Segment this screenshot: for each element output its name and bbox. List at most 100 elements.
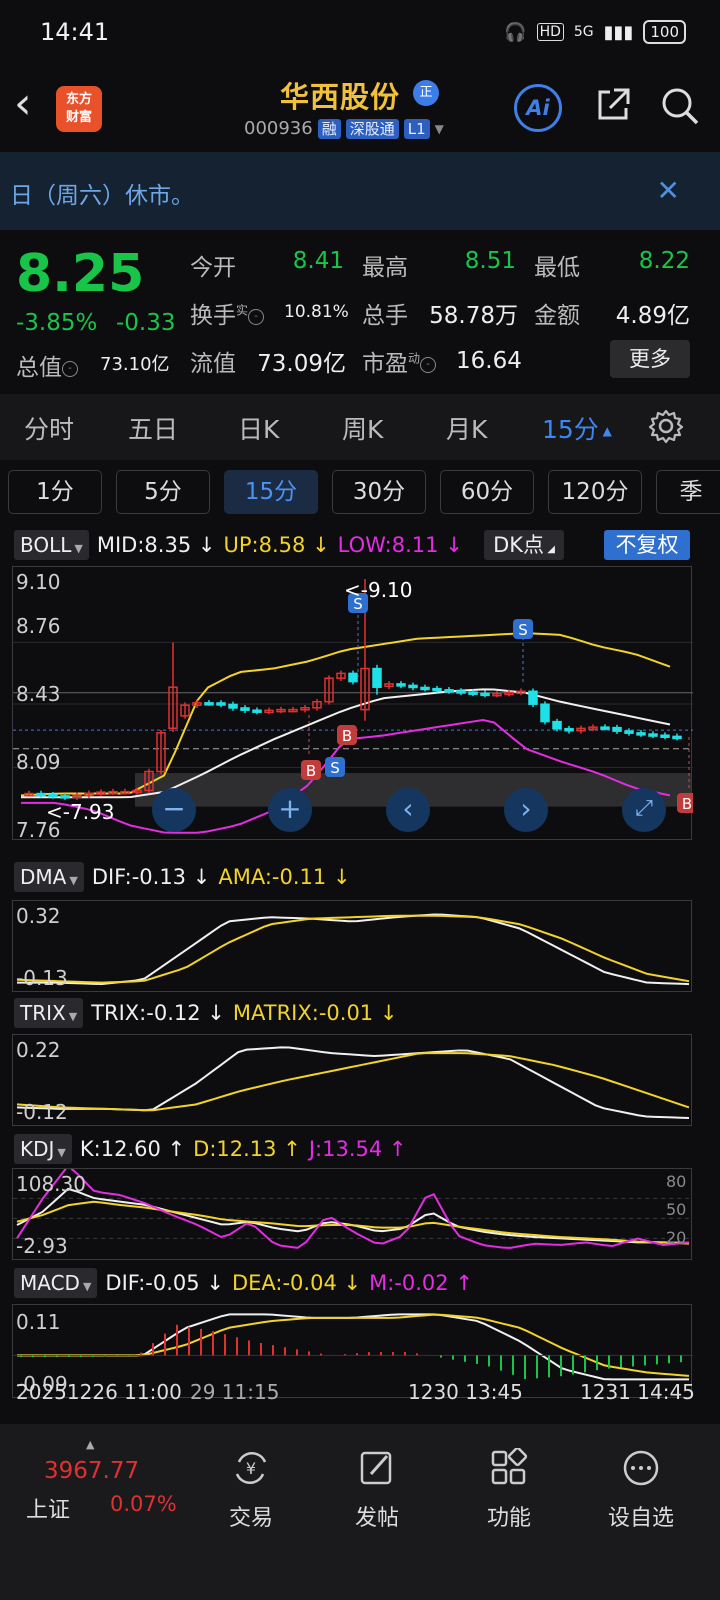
nav-add-watchlist[interactable]: 设自选: [596, 1448, 686, 1532]
trix-panel[interactable]: [12, 1034, 692, 1126]
zoom-out-button[interactable]: −: [152, 788, 196, 832]
last-price: 8.25: [16, 244, 145, 304]
stock-name[interactable]: 华西股份: [280, 74, 400, 116]
tag-connect: 深股通: [345, 118, 399, 139]
macd-dea-text: DEA:-0.04: [231, 1271, 337, 1295]
arrow-down-icon: ↓: [445, 533, 463, 557]
kdj-chart: [13, 1164, 693, 1249]
info-icon[interactable]: -: [248, 308, 265, 325]
tab-intraday[interactable]: 分时: [24, 410, 74, 446]
nav-post[interactable]: 发帖: [332, 1448, 422, 1532]
dma-dif-text: DIF:-0.13: [91, 865, 187, 889]
app-logo[interactable]: 东方 财富: [56, 86, 102, 132]
tab-15min[interactable]: 15分 ▲: [542, 410, 612, 446]
kdj-d-text: D:12.13: [193, 1137, 277, 1161]
mktcap-label: 总值 -: [16, 348, 78, 382]
nav-add-watchlist-label: 设自选: [607, 1506, 674, 1531]
candle-body: [432, 687, 442, 692]
kdj-j-text: J:13.54: [308, 1137, 383, 1161]
no-adjust-button[interactable]: 不复权: [604, 530, 690, 560]
candle-body: [636, 732, 646, 736]
tab-1min[interactable]: 1分: [8, 470, 102, 514]
arrow-up-icon: ↑: [283, 1137, 301, 1161]
arrow-down-icon: ↓: [312, 533, 330, 557]
boll-up-text: UP:8.58: [223, 533, 306, 557]
tab-60min[interactable]: 60分: [440, 470, 534, 514]
info-icon[interactable]: -: [420, 356, 437, 373]
tab-five-day[interactable]: 五日: [128, 410, 178, 446]
arrow-down-icon: ↓: [343, 1271, 362, 1295]
kline-panel[interactable]: SSSBBB: [12, 566, 697, 840]
headphones-icon: 🎧: [504, 21, 527, 43]
dma-dif: DIF:-0.13 ↓: [92, 865, 211, 889]
chevron-down-icon: ▼: [74, 542, 83, 555]
notice-bar: 日（周六）休市。 ✕: [0, 152, 720, 230]
kdj-panel[interactable]: [12, 1164, 693, 1260]
nav-trade[interactable]: ¥ 交易: [206, 1448, 296, 1532]
trix-ytick-2: -0.12: [16, 1100, 68, 1124]
tag-margin: 融: [317, 118, 341, 139]
arrow-up-icon: ↑: [167, 1137, 186, 1161]
info-icon[interactable]: -: [62, 360, 78, 377]
more-button[interactable]: 更多: [610, 340, 690, 378]
share-icon[interactable]: [594, 86, 632, 124]
dma-ytick-2: -0.13: [16, 966, 68, 990]
macd-name: MACD: [20, 1271, 80, 1295]
kdj-selector[interactable]: KDJ ▼: [14, 1134, 72, 1164]
mktcap-value: 73.10亿: [100, 354, 170, 375]
search-icon[interactable]: [660, 86, 700, 126]
ai-icon[interactable]: Ai: [514, 84, 562, 132]
boll-up: UP:8.58 ↓: [224, 533, 330, 557]
notice-text: 日（周六）休市。: [10, 183, 194, 209]
dma-panel[interactable]: [12, 900, 692, 992]
dma-selector[interactable]: DMA ▼: [14, 862, 84, 892]
tab-monthly-k[interactable]: 月K: [446, 410, 487, 446]
buy-signal: B: [306, 762, 316, 780]
tab-15min-sub[interactable]: 15分: [224, 470, 318, 514]
candle-body: [252, 709, 262, 713]
candle-body: [456, 690, 466, 694]
buy-signal: B: [342, 727, 352, 745]
zoom-in-button[interactable]: +: [268, 788, 312, 832]
close-icon[interactable]: ✕: [657, 174, 680, 207]
min-price-mark: <-7.93: [46, 800, 115, 824]
fullscreen-icon[interactable]: ⤢: [622, 788, 666, 832]
kdj-k-text: K:12.60: [79, 1137, 161, 1161]
trade-icon: ¥: [235, 1452, 267, 1484]
kdj-rtick-2: 50: [666, 1200, 687, 1219]
kdj-j-line: [16, 1164, 690, 1249]
logo-line2: 财富: [65, 110, 92, 125]
dk-point-button[interactable]: DK点 ◢: [484, 530, 564, 560]
scroll-left-button[interactable]: ‹: [386, 788, 430, 832]
nav-functions[interactable]: 功能: [464, 1446, 554, 1532]
stock-code-row[interactable]: 000936 融 深股通 L1 ▼: [244, 118, 444, 139]
nav-trade-label: 交易: [228, 1506, 273, 1531]
caret-up-icon: ▲: [86, 1438, 95, 1451]
macd-header: MACD ▼ DIF:-0.05 ↓ DEA:-0.04 ↓ M:-0.02 ↑: [14, 1268, 473, 1298]
trix-selector[interactable]: TRIX ▼: [14, 998, 84, 1028]
candle-body: [564, 727, 574, 732]
boll-selector[interactable]: BOLL ▼: [14, 530, 89, 560]
boll-mid: MID:8.35 ↓: [97, 533, 216, 557]
tab-5min[interactable]: 5分: [116, 470, 210, 514]
macd-dif: DIF:-0.05 ↓: [105, 1271, 224, 1295]
turnover-sup: 实: [236, 303, 249, 318]
tab-daily-k[interactable]: 日K: [238, 410, 279, 446]
candle-body: [216, 702, 226, 706]
tab-quarter[interactable]: 季: [656, 470, 720, 514]
logo-line1: 东方: [65, 92, 92, 107]
macd-selector[interactable]: MACD ▼: [14, 1268, 98, 1298]
tab-120min[interactable]: 120分: [548, 470, 642, 514]
index-value: 3967.77: [44, 1458, 140, 1484]
signal-bars-icon: ▮▮▮: [603, 21, 634, 43]
candle-body: [204, 702, 214, 706]
gear-icon[interactable]: [648, 408, 684, 444]
name-badge: 正: [413, 80, 439, 106]
tab-weekly-k[interactable]: 周K: [342, 410, 383, 446]
tab-30min[interactable]: 30分: [332, 470, 426, 514]
scroll-right-button[interactable]: ›: [504, 788, 548, 832]
candle-body: [552, 720, 562, 730]
candle-body: [420, 686, 430, 691]
back-icon[interactable]: ‹: [14, 82, 32, 126]
mktcap-label-text: 总值: [16, 355, 62, 381]
